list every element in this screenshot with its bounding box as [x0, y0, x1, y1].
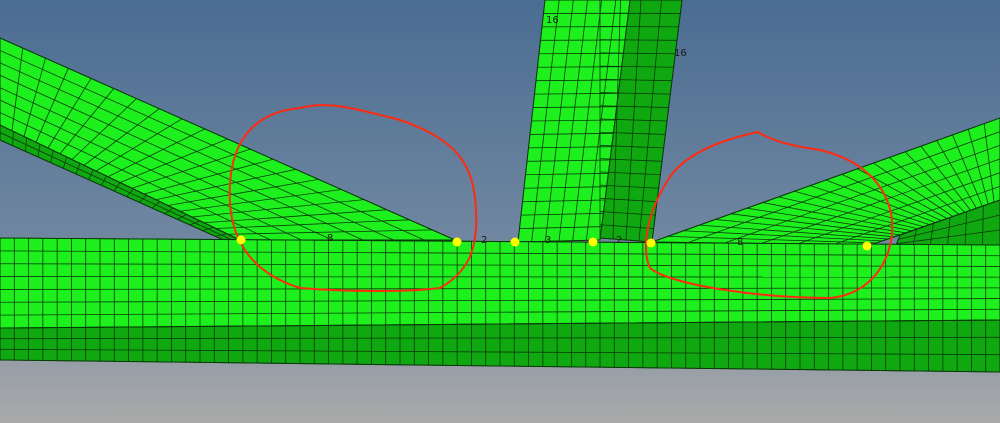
edge-label-right-joint: 8 — [737, 237, 743, 248]
mesh-node-marker[interactable] — [236, 235, 246, 245]
edge-label-vertical-side: 16 — [674, 48, 687, 59]
horizontal-chord[interactable] — [0, 237, 1000, 373]
mesh-node-marker[interactable] — [862, 241, 872, 251]
mesh-viewport[interactable]: 16 16 8 2 3 2 8 — [0, 0, 1000, 423]
mesh-canvas[interactable]: 16 16 8 2 3 2 8 — [0, 0, 1000, 423]
edge-label-vertical-base: 3 — [545, 235, 551, 246]
edge-label-left-joint: 8 — [327, 233, 333, 244]
mesh-node-marker[interactable] — [510, 237, 520, 247]
edge-label-vertical-top: 16 — [546, 15, 559, 26]
mesh-edge — [0, 276, 1000, 278]
edge-label-gap-right: 2 — [616, 235, 622, 246]
edge-label-gap-left: 2 — [481, 235, 487, 246]
mesh-node-marker[interactable] — [588, 237, 598, 247]
mesh-node-marker[interactable] — [646, 238, 656, 248]
mesh-edge — [537, 66, 622, 68]
mesh-node-marker[interactable] — [452, 237, 462, 247]
